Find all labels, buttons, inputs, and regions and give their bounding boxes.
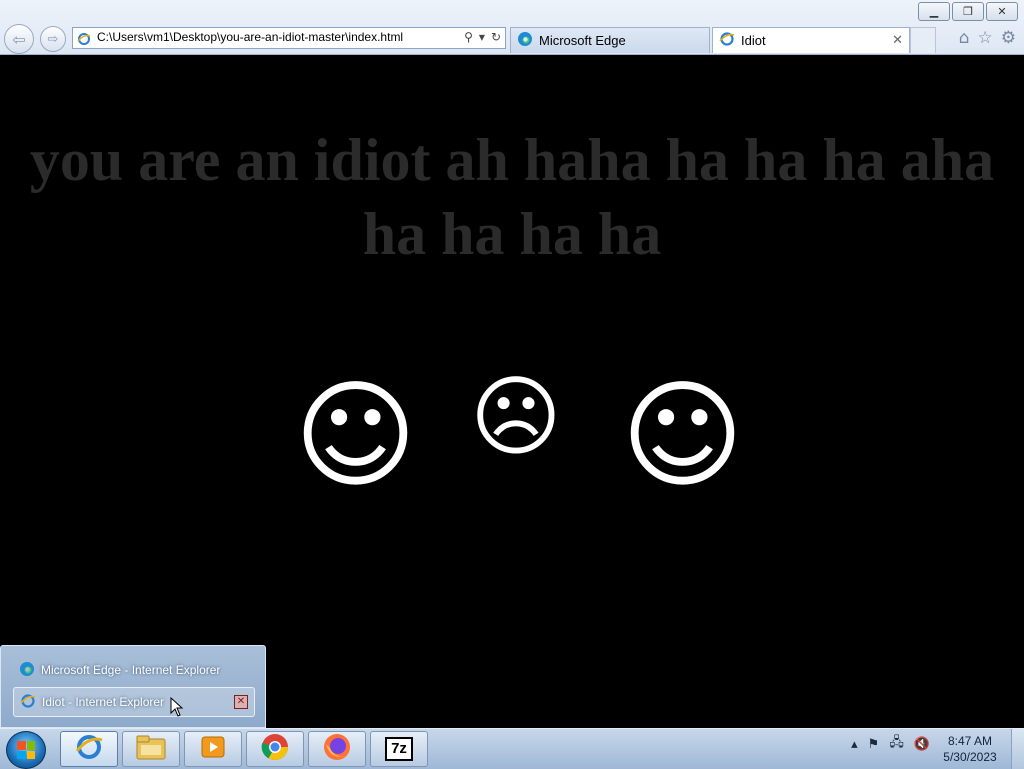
edge-icon — [517, 31, 533, 50]
ie-icon — [719, 31, 735, 50]
back-arrow-icon: ⇦ — [12, 29, 26, 49]
minimize-icon: ▁ — [929, 5, 939, 18]
clock-date: 5/30/2023 — [943, 750, 997, 764]
tab-microsoft-edge[interactable]: Microsoft Edge — [510, 27, 710, 53]
popup-close-icon[interactable]: ✕ — [234, 695, 248, 709]
windows-logo-icon — [17, 741, 35, 759]
smiley-face-icon: ☺ — [294, 366, 418, 504]
frowning-face-icon: ☹ — [470, 365, 562, 468]
taskbar-media-player[interactable] — [184, 731, 242, 767]
tab-label: Microsoft Edge — [539, 33, 626, 48]
system-tray: ▴ ⚑ 🖧 🔇 — [851, 733, 930, 755]
ie-page-icon — [77, 31, 91, 50]
taskbar-google-chrome[interactable] — [246, 731, 304, 767]
media-player-icon — [200, 734, 226, 764]
show-hidden-icons-icon[interactable]: ▴ — [851, 737, 858, 752]
refresh-icon[interactable]: ↻ — [491, 30, 501, 44]
edge-icon — [19, 661, 35, 680]
ie-icon — [74, 732, 104, 766]
taskbar: 7z ▴ ⚑ 🖧 🔇 8:47 AM 5/30/2023 — [0, 728, 1024, 769]
back-button[interactable]: ⇦ — [4, 24, 34, 54]
taskbar-internet-explorer[interactable] — [60, 731, 118, 767]
popup-item-label: Idiot - Internet Explorer — [42, 695, 165, 709]
command-icons: ⌂ ☆ ⚙ — [959, 28, 1016, 48]
action-center-flag-icon[interactable]: ⚑ — [868, 737, 880, 752]
popup-item-microsoft-edge[interactable]: Microsoft Edge - Internet Explorer — [13, 655, 255, 685]
chrome-icon — [260, 732, 290, 766]
restore-icon: ❐ — [963, 5, 973, 18]
tab-idiot[interactable]: Idiot ✕ — [712, 27, 910, 53]
tab-label: Idiot — [741, 33, 766, 48]
window-controls: ▁ ❐ ✕ — [918, 2, 1018, 21]
tab-close-icon[interactable]: ✕ — [892, 32, 903, 48]
settings-gear-icon[interactable]: ⚙ — [1001, 28, 1016, 48]
popup-item-idiot[interactable]: Idiot - Internet Explorer ✕ — [13, 687, 255, 717]
restore-button[interactable]: ❐ — [952, 2, 984, 21]
address-bar[interactable]: C:\Users\vm1\Desktop\you-are-an-idiot-ma… — [72, 27, 506, 49]
forward-arrow-icon: ⇨ — [47, 31, 59, 47]
show-desktop-button[interactable] — [1011, 729, 1024, 769]
firefox-icon — [322, 732, 352, 766]
taskbar-7zip[interactable]: 7z — [370, 731, 428, 767]
taskbar-windows-explorer[interactable] — [122, 731, 180, 767]
popup-item-label: Microsoft Edge - Internet Explorer — [41, 663, 221, 677]
smiley-face-icon: ☺ — [621, 366, 745, 504]
forward-button[interactable]: ⇨ — [40, 26, 66, 52]
clock-time: 8:47 AM — [947, 734, 993, 748]
page-content: you are an idiot ah haha ha ha ha aha ha… — [0, 55, 1024, 728]
close-icon: ✕ — [997, 5, 1007, 18]
new-tab-button[interactable] — [910, 27, 936, 53]
search-icon[interactable]: ⚲ — [464, 30, 473, 44]
close-button[interactable]: ✕ — [986, 2, 1018, 21]
address-tools: ⚲ ▾ ↻ — [464, 30, 501, 44]
clock[interactable]: 8:47 AM 5/30/2023 — [940, 733, 1000, 765]
headline: you are an idiot ah haha ha ha ha aha ha… — [29, 127, 995, 267]
volume-muted-icon[interactable]: 🔇 — [914, 737, 930, 752]
favorites-star-icon[interactable]: ☆ — [978, 28, 993, 48]
minimize-button[interactable]: ▁ — [918, 2, 950, 21]
taskbar-jump-popup: Microsoft Edge - Internet Explorer Idiot… — [0, 645, 266, 728]
7zip-icon: 7z — [385, 737, 413, 761]
taskbar-firefox[interactable] — [308, 731, 366, 767]
dropdown-icon[interactable]: ▾ — [479, 30, 485, 44]
folder-icon — [135, 733, 167, 765]
ie-icon — [20, 693, 36, 712]
mouse-cursor-icon — [170, 696, 184, 721]
browser-chrome: ▁ ❐ ✕ ⇦ ⇨ C:\Users\vm1\Desktop\you-are-a… — [0, 0, 1024, 55]
network-icon[interactable]: 🖧 — [889, 733, 904, 755]
start-button[interactable] — [6, 731, 46, 769]
address-url[interactable]: C:\Users\vm1\Desktop\you-are-an-idiot-ma… — [97, 30, 403, 44]
home-icon[interactable]: ⌂ — [959, 28, 970, 48]
